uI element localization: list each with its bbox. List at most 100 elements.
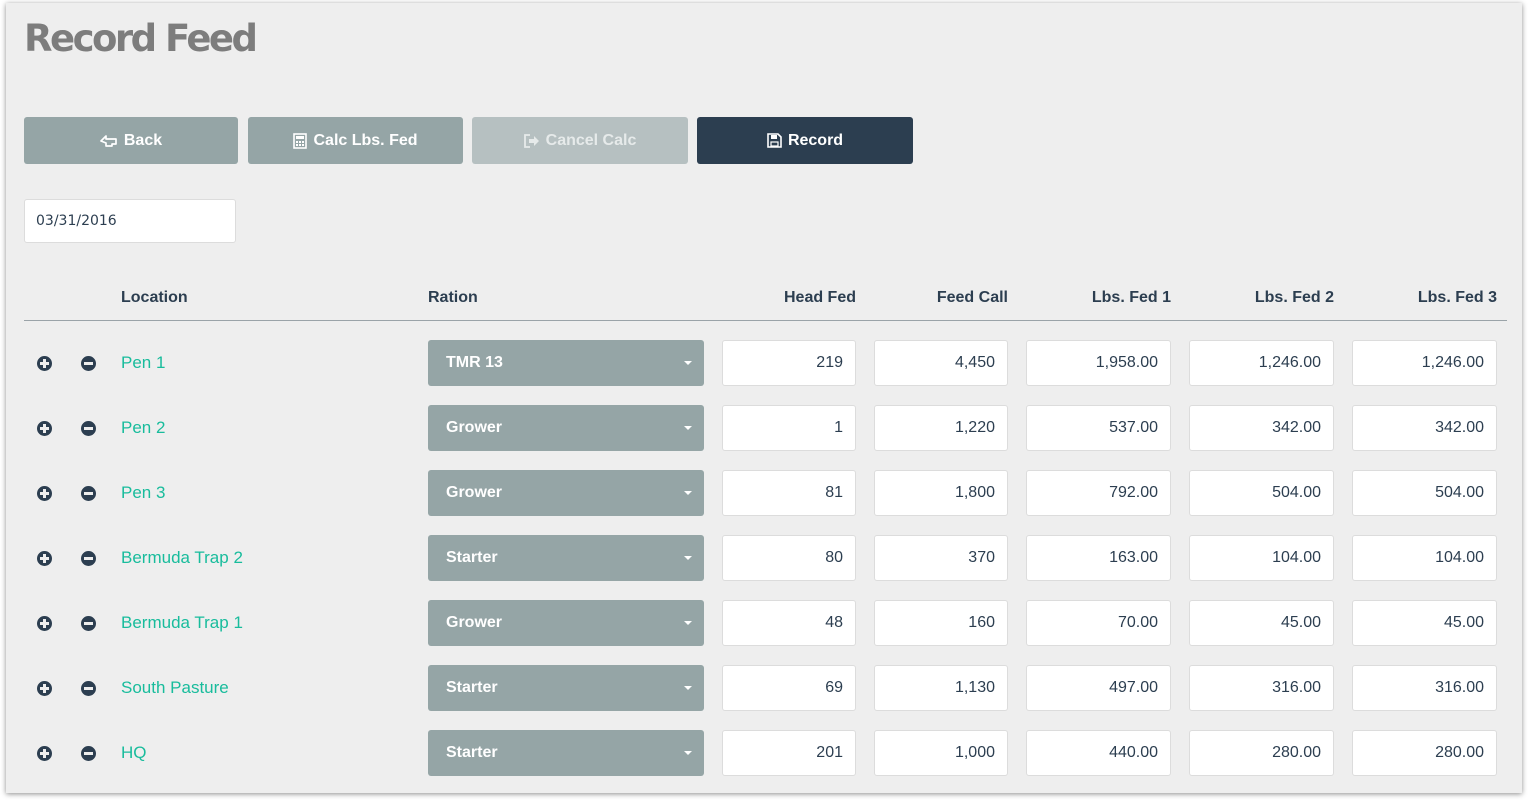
ration-value: Starter xyxy=(446,679,498,696)
feed-call-input[interactable] xyxy=(874,405,1008,451)
lbs-fed-3-input[interactable] xyxy=(1352,535,1497,581)
plus-circle-icon[interactable] xyxy=(37,356,52,371)
location-link[interactable]: Bermuda Trap 2 xyxy=(121,547,243,569)
head-fed-input[interactable] xyxy=(722,340,856,386)
lbs-fed-1-input[interactable] xyxy=(1026,600,1171,646)
lbs-fed-3-input[interactable] xyxy=(1352,470,1497,516)
head-fed-input[interactable] xyxy=(722,600,856,646)
minus-circle-icon[interactable] xyxy=(81,746,96,761)
lbs-fed-1-input[interactable] xyxy=(1026,730,1171,776)
head-fed-input[interactable] xyxy=(722,665,856,711)
lbs-fed-2-input[interactable] xyxy=(1189,600,1334,646)
lbs-fed-3-input[interactable] xyxy=(1352,730,1497,776)
feed-call-input[interactable] xyxy=(874,535,1008,581)
lbs-fed-2-input[interactable] xyxy=(1189,470,1334,516)
record-button[interactable]: Record xyxy=(697,117,913,164)
ration-select[interactable]: Starter xyxy=(428,665,704,711)
calculator-icon xyxy=(293,132,308,149)
ration-value: Grower xyxy=(446,484,503,501)
location-link[interactable]: Pen 2 xyxy=(121,417,165,439)
feed-call-input[interactable] xyxy=(874,600,1008,646)
table-row: Pen 3 Grower xyxy=(6,469,1522,517)
ration-select[interactable]: Starter xyxy=(428,730,704,776)
caret-down-icon xyxy=(684,491,692,495)
location-link[interactable]: Pen 3 xyxy=(121,482,165,504)
lbs-fed-2-input[interactable] xyxy=(1189,405,1334,451)
feed-call-input[interactable] xyxy=(874,665,1008,711)
ration-value: Grower xyxy=(446,614,503,631)
lbs-fed-3-input[interactable] xyxy=(1352,340,1497,386)
head-fed-input[interactable] xyxy=(722,405,856,451)
record-button-label: Record xyxy=(787,131,844,149)
back-button[interactable]: Back xyxy=(24,117,238,164)
ration-header: Ration xyxy=(428,289,478,306)
lbs-fed-3-input[interactable] xyxy=(1352,665,1497,711)
plus-circle-icon[interactable] xyxy=(37,681,52,696)
plus-circle-icon[interactable] xyxy=(37,746,52,761)
location-link[interactable]: Bermuda Trap 1 xyxy=(121,612,243,634)
plus-circle-icon[interactable] xyxy=(37,421,52,436)
lbs-fed-1-input[interactable] xyxy=(1026,340,1171,386)
ration-select[interactable]: Grower xyxy=(428,405,704,451)
ration-value: Grower xyxy=(446,419,503,436)
location-link[interactable]: Pen 1 xyxy=(121,352,165,374)
lbs-fed-1-input[interactable] xyxy=(1026,535,1171,581)
caret-down-icon xyxy=(684,621,692,625)
caret-down-icon xyxy=(684,686,692,690)
ration-value: TMR 13 xyxy=(446,354,503,371)
minus-circle-icon[interactable] xyxy=(81,616,96,631)
lbs-fed-1-input[interactable] xyxy=(1026,470,1171,516)
ration-select[interactable]: Starter xyxy=(428,535,704,581)
calc-lbs-fed-button-label: Calc Lbs. Fed xyxy=(313,131,418,149)
ration-select[interactable]: Grower xyxy=(428,600,704,646)
ration-select[interactable]: Grower xyxy=(428,470,704,516)
plus-circle-icon[interactable] xyxy=(37,551,52,566)
feed-call-input[interactable] xyxy=(874,470,1008,516)
lbs-fed-3-header: Lbs. Fed 3 xyxy=(1417,289,1497,306)
hand-point-left-icon xyxy=(100,133,118,149)
caret-down-icon xyxy=(684,361,692,365)
lbs-fed-2-header: Lbs. Fed 2 xyxy=(1254,289,1334,306)
location-link[interactable]: HQ xyxy=(121,742,147,764)
plus-circle-icon[interactable] xyxy=(37,616,52,631)
head-fed-input[interactable] xyxy=(722,730,856,776)
lbs-fed-2-input[interactable] xyxy=(1189,340,1334,386)
table-row: Bermuda Trap 1 Grower xyxy=(6,599,1522,647)
calc-lbs-fed-button[interactable]: Calc Lbs. Fed xyxy=(248,117,463,164)
lbs-fed-2-input[interactable] xyxy=(1189,665,1334,711)
lbs-fed-3-input[interactable] xyxy=(1352,405,1497,451)
ration-value: Starter xyxy=(446,744,498,761)
lbs-fed-1-input[interactable] xyxy=(1026,405,1171,451)
cancel-calc-button[interactable]: Cancel Calc xyxy=(472,117,688,164)
lbs-fed-2-input[interactable] xyxy=(1189,730,1334,776)
header-divider xyxy=(24,320,1507,321)
lbs-fed-1-header: Lbs. Fed 1 xyxy=(1091,289,1171,306)
lbs-fed-1-input[interactable] xyxy=(1026,665,1171,711)
back-button-label: Back xyxy=(123,131,163,149)
page-title: Record Feed xyxy=(24,17,258,60)
minus-circle-icon[interactable] xyxy=(81,421,96,436)
minus-circle-icon[interactable] xyxy=(81,551,96,566)
date-input[interactable] xyxy=(24,199,236,243)
head-fed-header: Head Fed xyxy=(783,289,856,306)
minus-circle-icon[interactable] xyxy=(81,356,96,371)
cancel-calc-button-label: Cancel Calc xyxy=(545,131,637,149)
table-row: Bermuda Trap 2 Starter xyxy=(6,534,1522,582)
feed-call-input[interactable] xyxy=(874,340,1008,386)
minus-circle-icon[interactable] xyxy=(81,486,96,501)
location-header: Location xyxy=(121,289,188,306)
table-row: HQ Starter xyxy=(6,729,1522,777)
caret-down-icon xyxy=(684,426,692,430)
plus-circle-icon[interactable] xyxy=(37,486,52,501)
head-fed-input[interactable] xyxy=(722,470,856,516)
record-feed-panel: Record Feed Back Calc Lbs. Fed Cancel Ca… xyxy=(6,3,1522,793)
location-link[interactable]: South Pasture xyxy=(121,677,229,699)
head-fed-input[interactable] xyxy=(722,535,856,581)
feed-call-header: Feed Call xyxy=(936,289,1008,306)
minus-circle-icon[interactable] xyxy=(81,681,96,696)
feed-call-input[interactable] xyxy=(874,730,1008,776)
ration-select[interactable]: TMR 13 xyxy=(428,340,704,386)
lbs-fed-2-input[interactable] xyxy=(1189,535,1334,581)
lbs-fed-3-input[interactable] xyxy=(1352,600,1497,646)
ration-value: Starter xyxy=(446,549,498,566)
